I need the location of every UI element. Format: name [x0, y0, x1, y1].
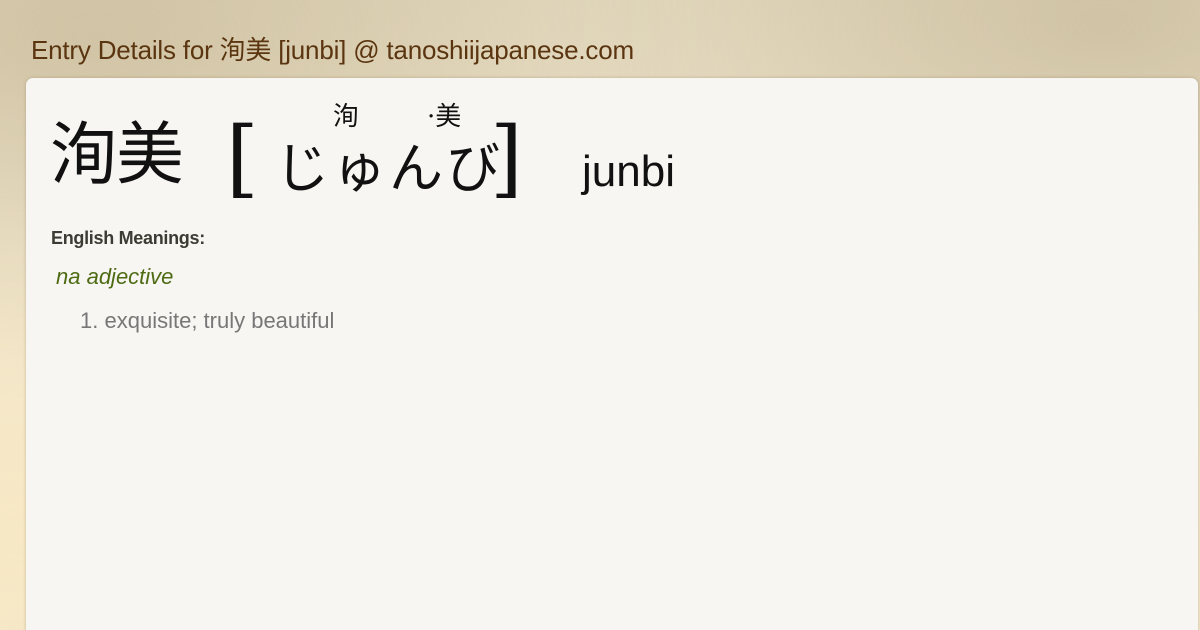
entry-heading: 洵美 [ 洵 ·美 じゅんび ] junbi: [50, 104, 750, 214]
furigana-first: 洵: [333, 102, 360, 132]
meaning-item: 1. exquisite; truly beautiful: [80, 308, 334, 334]
entry-kana-reading: じゅんび: [275, 137, 503, 200]
entry-panel: 洵美 [ 洵 ·美 じゅんび ] junbi English Meanings:…: [26, 78, 1198, 630]
entry-kanji: 洵美: [50, 116, 184, 195]
meaning-number: 1.: [80, 308, 99, 333]
meaning-list: 1. exquisite; truly beautiful: [80, 308, 334, 334]
meaning-text: exquisite; truly beautiful: [104, 308, 335, 333]
reading-bracket-close: ]: [490, 109, 523, 207]
entry-romaji: junbi: [582, 147, 675, 196]
furigana-second: ·美: [427, 102, 462, 132]
english-meanings-label: English Meanings:: [51, 228, 205, 248]
reading-bracket-open: [: [226, 109, 259, 207]
page-title: Entry Details for 洵美 [junbi] @ tanoshiij…: [31, 35, 634, 65]
part-of-speech: na adjective: [56, 264, 174, 289]
